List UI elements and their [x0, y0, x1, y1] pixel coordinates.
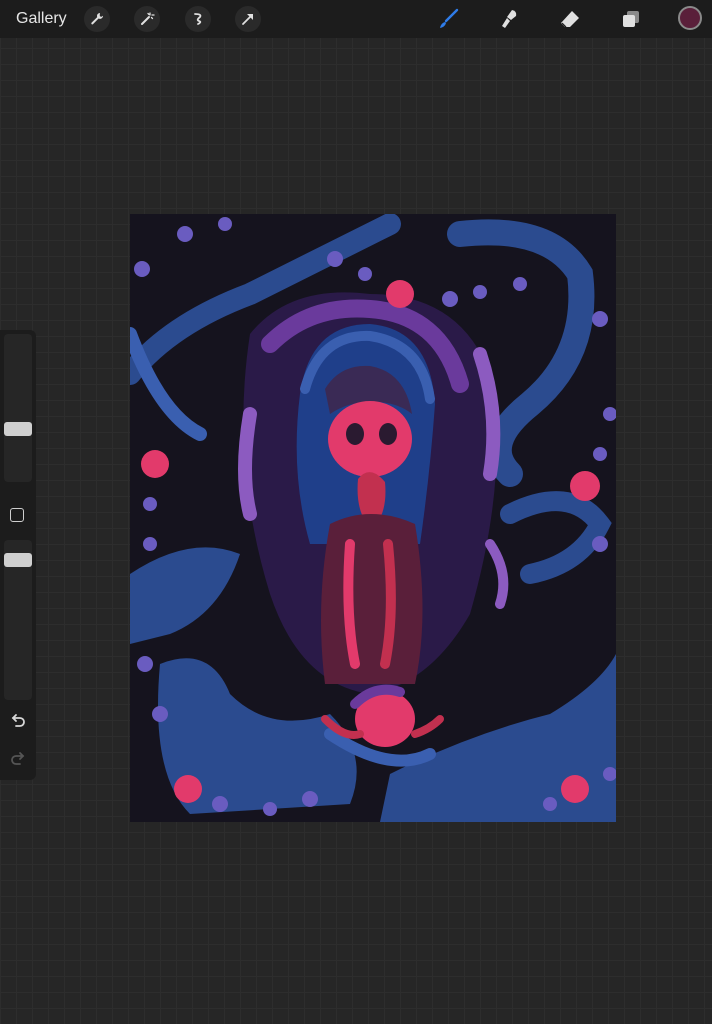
brush-size-slider[interactable]: [4, 334, 32, 482]
redo-icon[interactable]: [9, 750, 27, 768]
gallery-button[interactable]: Gallery: [16, 10, 67, 28]
undo-icon[interactable]: [9, 712, 27, 730]
opacity-thumb[interactable]: [4, 553, 32, 567]
transform-arrow-icon[interactable]: [235, 6, 261, 32]
magic-wand-icon[interactable]: [134, 6, 160, 32]
smudge-icon[interactable]: [497, 7, 521, 31]
top-toolbar: Gallery: [0, 0, 712, 38]
brush-icon[interactable]: [436, 7, 460, 31]
modify-square-icon[interactable]: [10, 508, 24, 522]
eraser-icon[interactable]: [558, 7, 582, 31]
layers-icon[interactable]: [619, 7, 643, 31]
color-picker-swatch[interactable]: [678, 6, 702, 30]
wrench-icon[interactable]: [84, 6, 110, 32]
drawing-canvas[interactable]: [130, 214, 616, 822]
left-sidebar: [0, 330, 36, 780]
brush-size-thumb[interactable]: [4, 422, 32, 436]
selection-icon[interactable]: [185, 6, 211, 32]
artwork-illustration: [130, 214, 616, 822]
